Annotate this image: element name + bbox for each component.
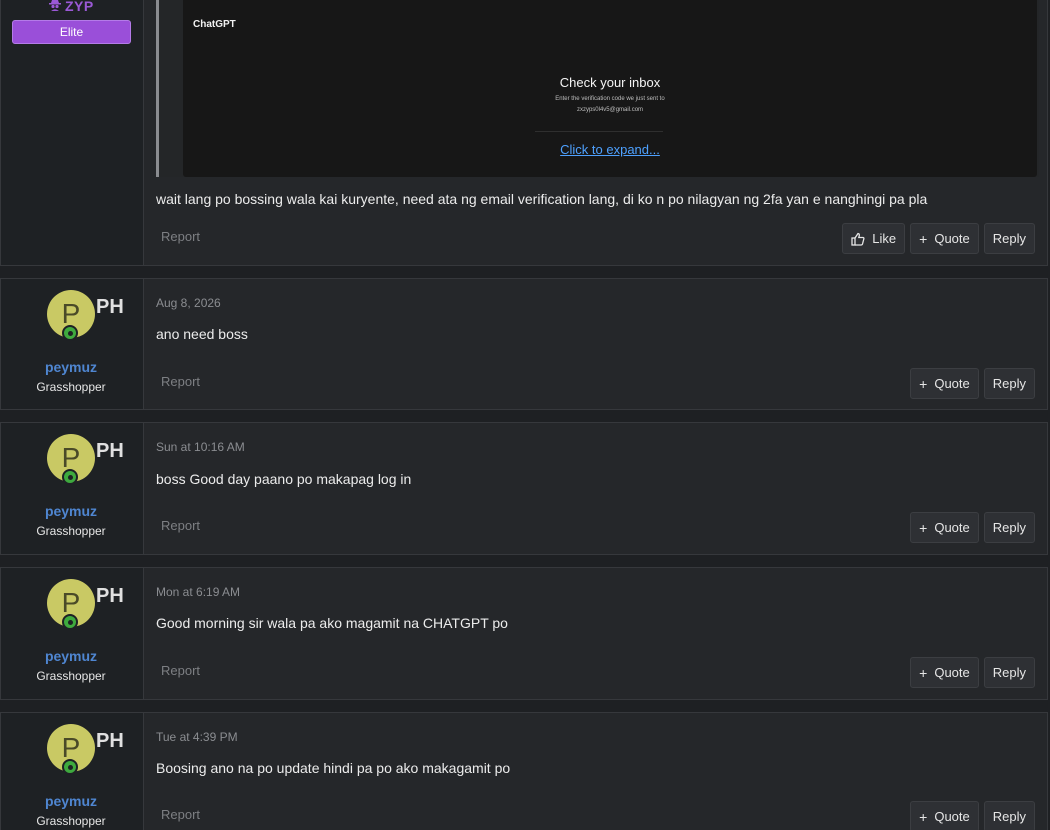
thumbs-up-icon: [851, 232, 865, 246]
reply-label: Reply: [992, 665, 1026, 680]
report-link[interactable]: Report: [161, 663, 200, 678]
quote-button[interactable]: + Quote: [910, 512, 979, 543]
user-title: Grasshopper: [36, 814, 106, 828]
user-title: Grasshopper: [36, 380, 106, 394]
screenshot-brand: ChatGPT: [193, 19, 236, 30]
like-label: Like: [872, 231, 897, 246]
plus-icon: +: [919, 375, 928, 392]
post: ZYP Elite ChatGPT Check your inbox Enter…: [0, 0, 1048, 266]
quote-button[interactable]: + Quote: [910, 657, 979, 688]
quote-label: Quote: [934, 376, 970, 391]
thread-page: ZYP Elite ChatGPT Check your inbox Enter…: [0, 0, 1050, 830]
post: P PH peymuz Grasshopper Aug 8, 2026 ano …: [0, 278, 1048, 410]
user-title: Grasshopper: [36, 524, 106, 538]
country-flag: PH: [96, 585, 124, 607]
post: P PH peymuz Grasshopper Sun at 10:16 AM …: [0, 422, 1048, 555]
post-message: wait lang po bossing wala kai kuryente, …: [156, 191, 928, 207]
reply-button[interactable]: Reply: [983, 801, 1035, 830]
post: P PH peymuz Grasshopper Mon at 6:19 AM G…: [0, 567, 1048, 700]
embedded-screenshot[interactable]: ChatGPT Check your inbox Enter the verif…: [183, 0, 1037, 177]
user-cell: P PH peymuz Grasshopper: [1, 713, 144, 830]
user-badge: Elite: [12, 20, 131, 44]
online-status-icon: [62, 325, 78, 341]
reply-button[interactable]: Reply: [983, 223, 1035, 254]
post-body: ChatGPT Check your inbox Enter the verif…: [144, 0, 1047, 265]
reply-button[interactable]: Reply: [983, 512, 1035, 543]
username-link[interactable]: peymuz: [1, 359, 141, 375]
quote-button[interactable]: + Quote: [910, 801, 979, 830]
post-body: Sun at 10:16 AM boss Good day paano po m…: [144, 423, 1047, 554]
post-body: Tue at 4:39 PM Boosing ano na po update …: [144, 713, 1047, 830]
post-date[interactable]: Mon at 6:19 AM: [156, 585, 240, 599]
plus-icon: +: [919, 664, 928, 681]
plus-icon: +: [919, 808, 928, 825]
screenshot-email: zxzyps0l4v5@gmail.com: [576, 107, 644, 113]
reply-button[interactable]: Reply: [983, 368, 1035, 399]
post-message: Good morning sir wala pa ako magamit na …: [156, 615, 508, 631]
quote-label: Quote: [934, 520, 970, 535]
reply-label: Reply: [992, 520, 1026, 535]
plus-icon: +: [919, 230, 928, 247]
plus-icon: +: [919, 519, 928, 536]
username-link[interactable]: ZYP: [49, 0, 94, 14]
report-link[interactable]: Report: [161, 374, 200, 389]
quote-button[interactable]: + Quote: [910, 368, 979, 399]
reply-label: Reply: [992, 809, 1026, 824]
country-flag: PH: [96, 296, 124, 318]
quote-label: Quote: [934, 809, 970, 824]
post-body: Aug 8, 2026 ano need boss Report + Quote…: [144, 279, 1047, 409]
like-button[interactable]: Like: [842, 223, 906, 254]
reply-button[interactable]: Reply: [983, 657, 1035, 688]
quote-button[interactable]: + Quote: [910, 223, 979, 254]
spy-icon: [49, 0, 61, 14]
post-actions: Like + Quote Reply: [842, 223, 1035, 254]
report-link[interactable]: Report: [161, 229, 200, 244]
expand-link[interactable]: Click to expand...: [183, 142, 1037, 157]
username-link[interactable]: peymuz: [1, 503, 141, 519]
report-link[interactable]: Report: [161, 518, 200, 533]
online-status-icon: [62, 759, 78, 775]
user-title: Grasshopper: [36, 669, 106, 683]
post-date[interactable]: Aug 8, 2026: [156, 296, 221, 310]
embedded-image-block: ChatGPT Check your inbox Enter the verif…: [156, 0, 1039, 177]
post-message: boss Good day paano po makapag log in: [156, 471, 412, 487]
screenshot-subtitle: Enter the verification code we just sent…: [555, 96, 665, 102]
post-body: Mon at 6:19 AM Good morning sir wala pa …: [144, 568, 1047, 699]
post-actions: + Quote Reply: [910, 512, 1035, 543]
country-flag: PH: [96, 730, 124, 752]
username-link[interactable]: peymuz: [1, 648, 141, 664]
post-date[interactable]: Sun at 10:16 AM: [156, 440, 245, 454]
post: P PH peymuz Grasshopper Tue at 4:39 PM B…: [0, 712, 1048, 830]
post-date[interactable]: Tue at 4:39 PM: [156, 730, 238, 744]
online-status-icon: [62, 469, 78, 485]
screenshot-divider: [535, 131, 663, 132]
screenshot-title: Check your inbox: [559, 75, 661, 90]
post-message: ano need boss: [156, 326, 248, 342]
country-flag: PH: [96, 440, 124, 462]
reply-label: Reply: [992, 376, 1026, 391]
user-cell: P PH peymuz Grasshopper: [1, 423, 144, 554]
quote-label: Quote: [934, 231, 970, 246]
online-status-icon: [62, 614, 78, 630]
post-message: Boosing ano na po update hindi pa po ako…: [156, 760, 511, 776]
post-actions: + Quote Reply: [910, 801, 1035, 830]
username-link[interactable]: peymuz: [1, 793, 141, 809]
reply-label: Reply: [992, 231, 1026, 246]
post-actions: + Quote Reply: [910, 657, 1035, 688]
user-cell: P PH peymuz Grasshopper: [1, 279, 144, 409]
report-link[interactable]: Report: [161, 807, 200, 822]
post-actions: + Quote Reply: [910, 368, 1035, 399]
quote-label: Quote: [934, 665, 970, 680]
user-cell: ZYP Elite: [1, 0, 144, 265]
user-cell: P PH peymuz Grasshopper: [1, 568, 144, 699]
